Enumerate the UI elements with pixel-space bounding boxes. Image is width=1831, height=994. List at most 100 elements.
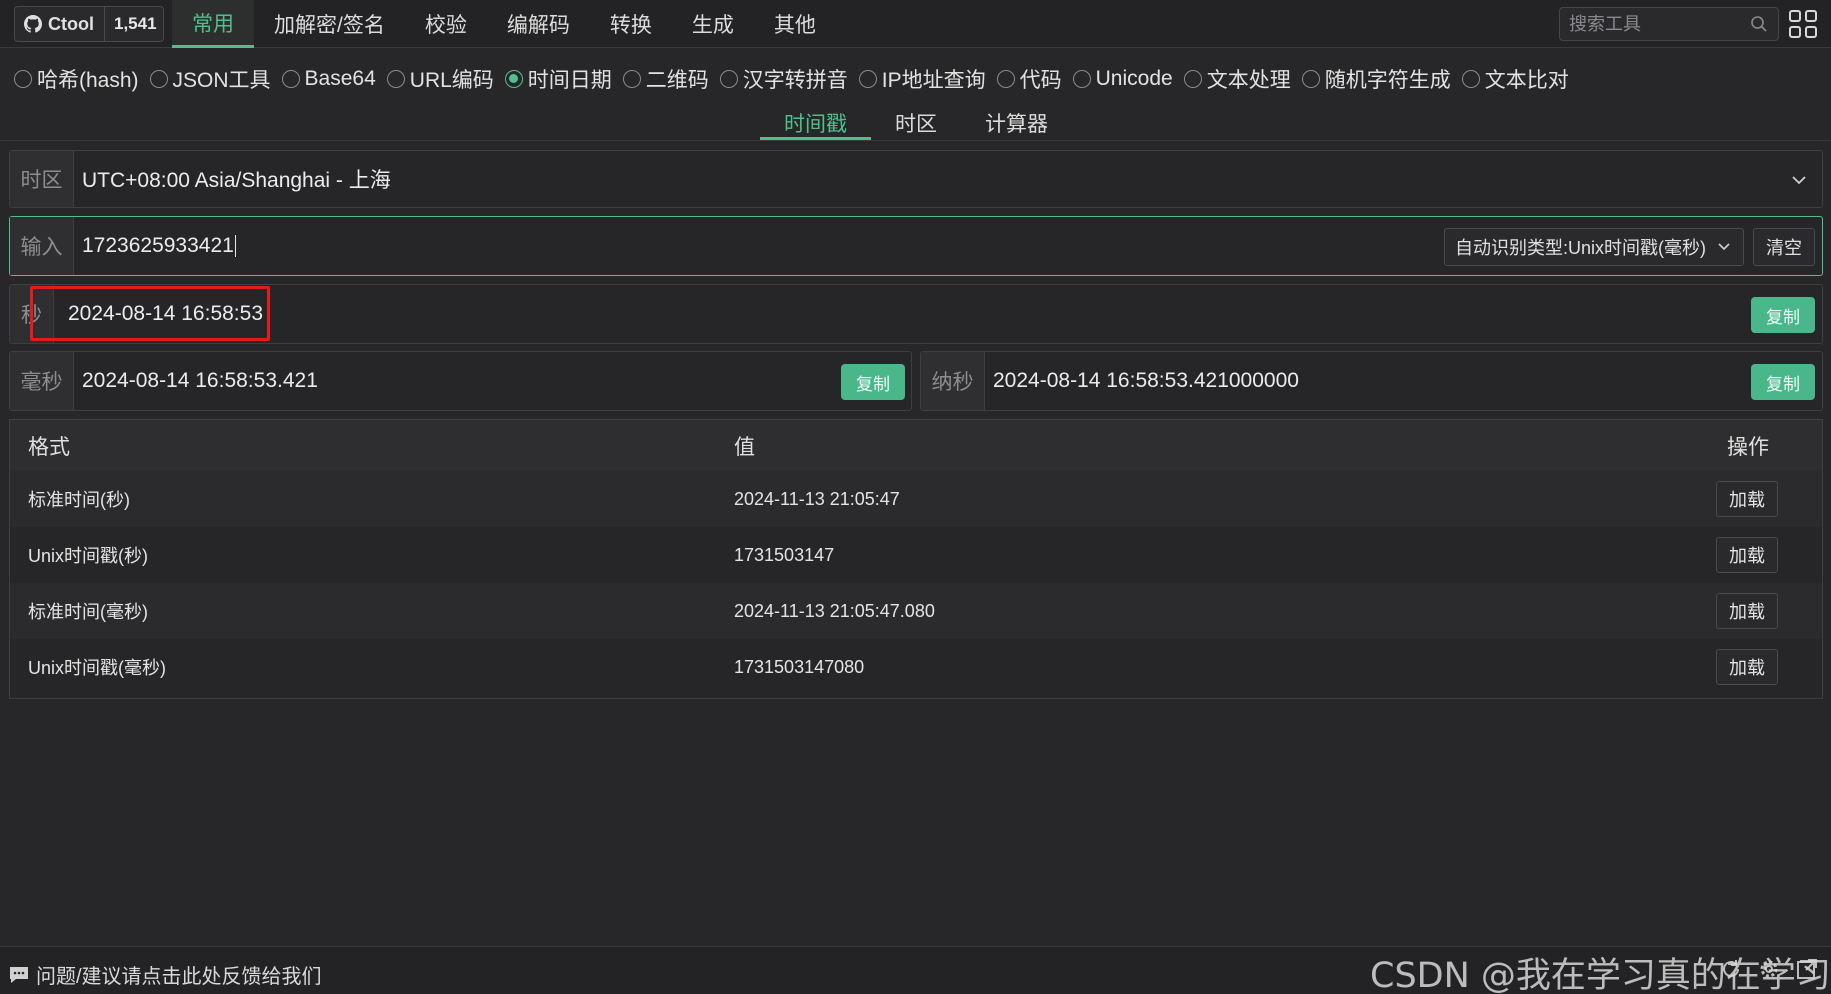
radio-label: 文本比对 xyxy=(1484,69,1569,92)
radio-hash[interactable]: 哈希(hash) xyxy=(14,64,139,94)
radio-url-encode[interactable]: URL编码 xyxy=(386,64,494,94)
radio-button[interactable] xyxy=(858,70,877,88)
table-header: 格式 值 操作 xyxy=(10,420,1822,471)
table-row: 标准时间(秒) 2024-11-13 21:05:47 加载 xyxy=(10,471,1822,527)
load-button[interactable]: 加载 xyxy=(1716,537,1778,573)
input-prefix: 输入 xyxy=(10,217,74,275)
row-value: 2024-11-13 21:05:47.080 xyxy=(734,600,935,621)
text-caret xyxy=(234,235,236,258)
tab-other[interactable]: 其他 xyxy=(754,0,836,48)
nanoseconds-value: 2024-08-14 16:58:53.421000000 xyxy=(993,369,1299,392)
radio-label: 时间日期 xyxy=(527,69,612,92)
main-category-tabs: 常用 加解密/签名 校验 编解码 转换 生成 其他 xyxy=(172,0,836,48)
radio-button[interactable] xyxy=(1072,70,1091,88)
radio-label: JSON工具 xyxy=(172,69,271,92)
github-star-badge[interactable]: Ctool 1,541 xyxy=(14,6,164,42)
github-repo-link[interactable]: Ctool xyxy=(15,7,104,41)
apps-grid-icon[interactable] xyxy=(1789,10,1817,38)
row-format: Unix时间戳(毫秒) xyxy=(28,658,166,678)
radio-button[interactable] xyxy=(149,70,168,88)
radio-button[interactable] xyxy=(622,70,641,88)
nanoseconds-prefix: 纳秒 xyxy=(921,352,985,410)
tab-encrypt-sign[interactable]: 加解密/签名 xyxy=(254,0,405,48)
radio-label: 哈希(hash) xyxy=(37,69,139,92)
tab-verify[interactable]: 校验 xyxy=(405,0,487,48)
radio-label: Base64 xyxy=(304,67,376,90)
search-tool-box xyxy=(1559,7,1779,41)
tool-radio-group: 哈希(hash) JSON工具 Base64 URL编码 时间日期 二维码 汉字… xyxy=(14,63,1580,95)
radio-button[interactable] xyxy=(719,70,738,88)
clear-button[interactable]: 清空 xyxy=(1753,228,1815,266)
radio-random-string[interactable]: 随机字符生成 xyxy=(1301,64,1451,94)
radio-label: 文本处理 xyxy=(1206,69,1291,92)
input-value: 1723625933421 xyxy=(82,234,234,257)
feedback-text: 问题/建议请点击此处反馈给我们 xyxy=(36,966,322,988)
radio-pinyin[interactable]: 汉字转拼音 xyxy=(719,64,848,94)
copy-milliseconds-button[interactable]: 复制 xyxy=(841,364,905,400)
radio-button[interactable] xyxy=(281,70,300,88)
table-row: Unix时间戳(毫秒) 1731503147080 加载 xyxy=(10,639,1822,695)
radio-button[interactable] xyxy=(1461,70,1480,88)
radio-label: 代码 xyxy=(1019,69,1062,92)
radio-unicode[interactable]: Unicode xyxy=(1072,67,1173,91)
footer-bar: 问题/建议请点击此处反馈给我们 CSDN @我在学习真的在学习 xyxy=(0,946,1831,994)
radio-code[interactable]: 代码 xyxy=(996,64,1062,94)
chevron-down-icon[interactable] xyxy=(1790,171,1808,189)
radio-label: URL编码 xyxy=(409,69,494,92)
radio-datetime[interactable]: 时间日期 xyxy=(504,64,612,94)
chevron-down-icon xyxy=(1718,243,1730,251)
radio-text-diff[interactable]: 文本比对 xyxy=(1461,64,1569,94)
chat-bubble-icon xyxy=(10,966,28,983)
radio-label: 二维码 xyxy=(645,69,709,92)
timestamp-input-field[interactable]: 输入 1723625933421 自动识别类型:Unix时间戳(毫秒) 清空 xyxy=(9,216,1823,276)
radio-button[interactable] xyxy=(996,70,1015,88)
radio-base64[interactable]: Base64 xyxy=(281,67,376,91)
tab-convert[interactable]: 转换 xyxy=(590,0,672,48)
csdn-watermark: CSDN @我在学习真的在学习 xyxy=(1370,956,1831,994)
row-format: 标准时间(秒) xyxy=(28,490,130,510)
search-input[interactable] xyxy=(1569,13,1739,35)
type-detect-select[interactable]: 自动识别类型:Unix时间戳(毫秒) xyxy=(1444,228,1744,266)
radio-ip-lookup[interactable]: IP地址查询 xyxy=(858,64,986,94)
header-action: 操作 xyxy=(1727,435,1769,459)
tab-common[interactable]: 常用 xyxy=(172,0,254,48)
row-format: Unix时间戳(秒) xyxy=(28,546,148,566)
load-button[interactable]: 加载 xyxy=(1716,481,1778,517)
row-value: 1731503147080 xyxy=(734,656,865,677)
header-value: 值 xyxy=(734,435,755,459)
tab-generate[interactable]: 生成 xyxy=(672,0,754,48)
radio-button[interactable] xyxy=(386,70,405,88)
radio-text-process[interactable]: 文本处理 xyxy=(1183,64,1291,94)
radio-button[interactable] xyxy=(1301,70,1320,88)
star-count[interactable]: 1,541 xyxy=(103,7,165,41)
tab-timezone[interactable]: 时区 xyxy=(871,104,961,140)
load-button[interactable]: 加载 xyxy=(1716,649,1778,685)
format-table: 格式 值 操作 标准时间(秒) 2024-11-13 21:05:47 加载 U… xyxy=(9,419,1823,699)
radio-label: IP地址查询 xyxy=(881,69,986,92)
feedback-link[interactable]: 问题/建议请点击此处反馈给我们 xyxy=(8,960,322,989)
radio-qrcode[interactable]: 二维码 xyxy=(622,64,709,94)
radio-label: 随机字符生成 xyxy=(1324,69,1451,92)
milliseconds-value: 2024-08-14 16:58:53.421 xyxy=(82,369,318,392)
tab-calculator[interactable]: 计算器 xyxy=(961,104,1072,140)
table-row: 标准时间(毫秒) 2024-11-13 21:05:47.080 加载 xyxy=(10,583,1822,639)
tab-encode-decode[interactable]: 编解码 xyxy=(487,0,590,48)
radio-button[interactable] xyxy=(1183,70,1202,88)
divider xyxy=(0,140,1831,141)
search-icon[interactable] xyxy=(1750,15,1768,33)
radio-button[interactable] xyxy=(14,70,32,88)
app-name: Ctool xyxy=(48,13,94,34)
red-highlight-annotation xyxy=(30,286,270,341)
row-format: 标准时间(毫秒) xyxy=(28,602,148,622)
radio-json[interactable]: JSON工具 xyxy=(149,64,271,94)
load-button[interactable]: 加载 xyxy=(1716,593,1778,629)
timezone-value: UTC+08:00 Asia/Shanghai - 上海 xyxy=(82,169,391,192)
seconds-output-field: 秒 2024-08-14 16:58:53 复制 xyxy=(9,284,1823,344)
timezone-select[interactable]: 时区 UTC+08:00 Asia/Shanghai - 上海 xyxy=(9,150,1823,208)
tab-timestamp[interactable]: 时间戳 xyxy=(760,104,871,140)
radio-label: 汉字转拼音 xyxy=(742,69,848,92)
radio-button-checked[interactable] xyxy=(504,70,523,88)
header-format: 格式 xyxy=(28,435,70,459)
copy-seconds-button[interactable]: 复制 xyxy=(1751,297,1815,333)
copy-nanoseconds-button[interactable]: 复制 xyxy=(1751,364,1815,400)
